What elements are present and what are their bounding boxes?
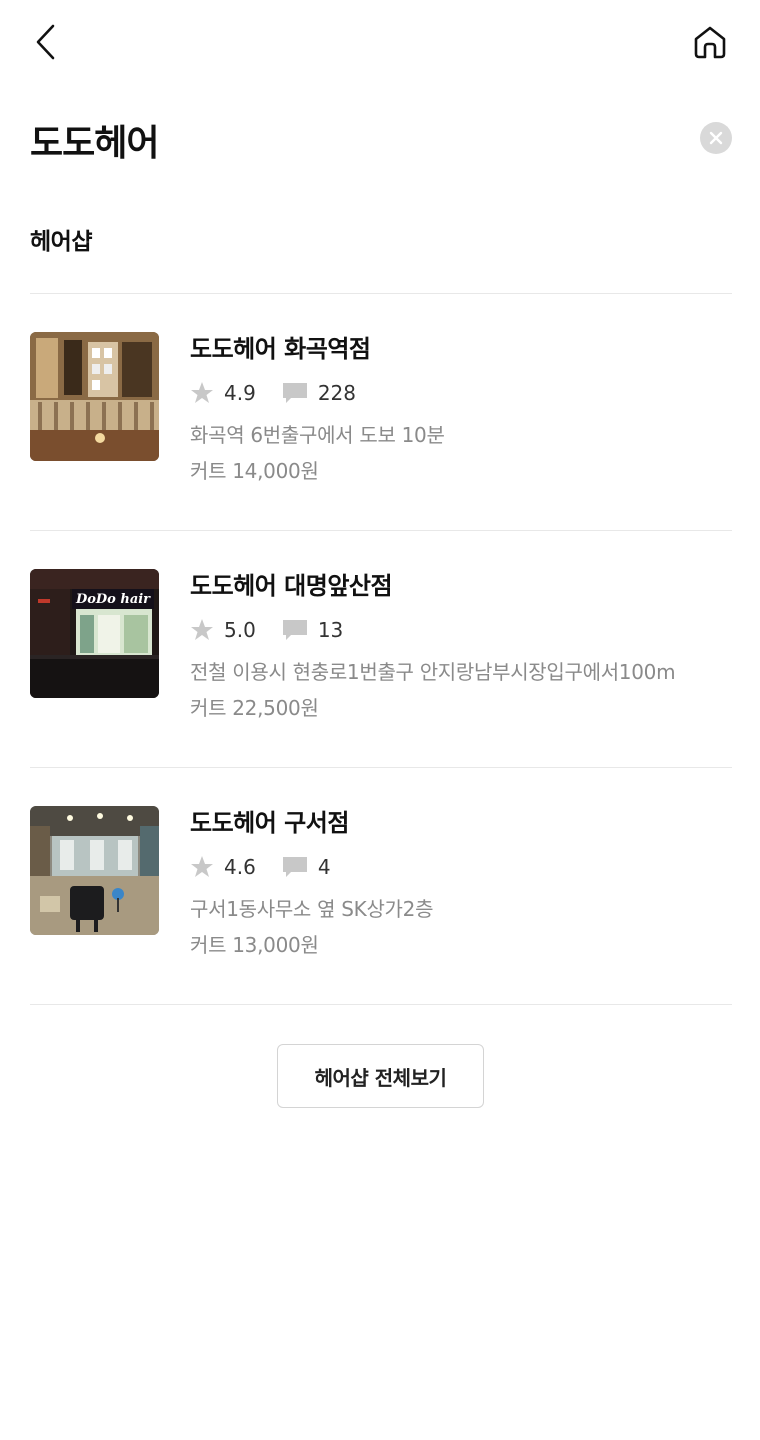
shop-name: 도도헤어 대명앞산점 (190, 572, 393, 600)
shop-meta: 4.6 4 (190, 852, 732, 882)
divider (30, 1004, 732, 1005)
comment-icon (282, 620, 307, 640)
shop-sign-text: DoDo hair (75, 592, 151, 607)
search-results-page: 도도헤어 헤어샵 도도헤어 화곡역점 4.9 228 화곡역 6번출구에서 도보… (0, 0, 760, 1440)
rating-value: 5.0 (224, 618, 256, 642)
clear-x-icon (709, 131, 723, 145)
shop-price: 커트 22,500원 (190, 696, 319, 720)
shop-item-daemyeong[interactable]: DoDo hair 도도헤어 대명앞산점 5.0 13 전철 이용시 현충로1번… (30, 531, 732, 767)
shop-info: 도도헤어 대명앞산점 5.0 13 전철 이용시 현충로1번출구 안지랑남부시장… (190, 569, 732, 723)
review-count: 4 (317, 855, 331, 879)
rating-value: 4.9 (224, 381, 256, 405)
search-header: 도도헤어 (30, 110, 732, 166)
shop-price: 커트 14,000원 (190, 459, 319, 483)
shop-info: 도도헤어 화곡역점 4.9 228 화곡역 6번출구에서 도보 10분 커트 1… (190, 332, 732, 486)
shop-location: 전철 이용시 현충로1번출구 안지랑남부시장입구에서100m (190, 660, 676, 684)
star-icon (191, 382, 213, 403)
shop-thumbnail (30, 332, 159, 461)
star-icon (191, 619, 213, 640)
back-button[interactable] (26, 18, 66, 66)
shop-meta: 5.0 13 (190, 615, 732, 645)
rating-value: 4.6 (224, 855, 256, 879)
top-bar (0, 0, 760, 84)
shop-thumbnail (30, 806, 159, 935)
search-query-text[interactable]: 도도헤어 (30, 114, 159, 166)
shop-location: 구서1동사무소 옆 SK상가2층 (190, 897, 434, 921)
view-all-hairshops-button[interactable]: 헤어샵 전체보기 (277, 1044, 484, 1108)
star-icon (191, 856, 213, 877)
comment-icon (282, 383, 307, 403)
review-count: 228 (317, 381, 356, 405)
shop-item-guseo[interactable]: 도도헤어 구서점 4.6 4 구서1동사무소 옆 SK상가2층 커트 13,00… (30, 768, 732, 1004)
review-count: 13 (317, 618, 344, 642)
shop-name: 도도헤어 화곡역점 (190, 335, 371, 363)
shop-info: 도도헤어 구서점 4.6 4 구서1동사무소 옆 SK상가2층 커트 13,00… (190, 806, 732, 960)
comment-icon (282, 857, 307, 877)
shop-item-hwagok[interactable]: 도도헤어 화곡역점 4.9 228 화곡역 6번출구에서 도보 10분 커트 1… (30, 294, 732, 530)
shop-thumbnail: DoDo hair (30, 569, 159, 698)
shop-location: 화곡역 6번출구에서 도보 10분 (190, 423, 445, 447)
shop-meta: 4.9 228 (190, 378, 732, 408)
home-button[interactable] (686, 18, 734, 66)
section-title: 헤어샵 (30, 229, 92, 255)
clear-search-button[interactable] (700, 122, 732, 154)
shop-name: 도도헤어 구서점 (190, 809, 349, 837)
shop-price: 커트 13,000원 (190, 933, 319, 957)
home-icon (694, 26, 726, 59)
back-arrow-icon (36, 24, 55, 60)
